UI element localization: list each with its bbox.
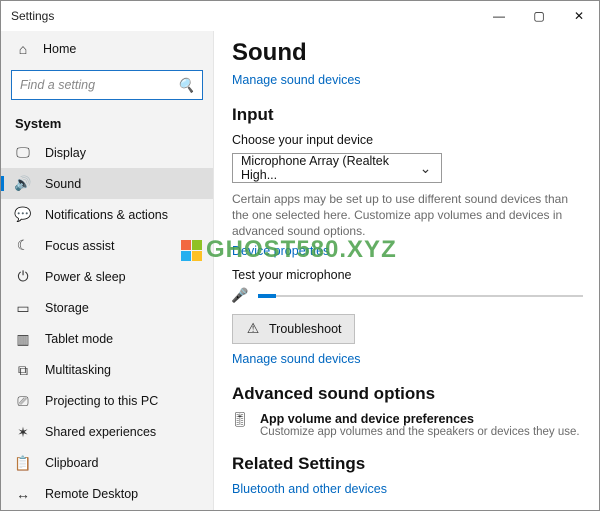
settings-window: Settings — ▢ ✕ ⌂ Home Find a setting 🔍 S… (0, 0, 600, 511)
sidebar-home[interactable]: ⌂ Home (1, 33, 213, 64)
titlebar: Settings — ▢ ✕ (1, 1, 599, 31)
related-header: Related Settings (232, 454, 583, 474)
page-title: Sound (232, 39, 583, 67)
test-mic-label: Test your microphone (232, 268, 583, 282)
storage-icon: ▭ (15, 300, 31, 316)
sidebar-item-power-sleep[interactable]: ⏻ Power & sleep (1, 261, 213, 292)
content-area: Sound Manage sound devices Input Choose … (214, 31, 599, 510)
multitasking-icon: ⧉ (15, 362, 31, 378)
device-properties-link[interactable]: Device properties (232, 244, 329, 258)
sidebar-item-label: Notifications & actions (45, 208, 168, 222)
home-icon: ⌂ (15, 41, 31, 57)
shared-icon: ✶ (15, 424, 31, 440)
sidebar-item-storage[interactable]: ▭ Storage (1, 292, 213, 323)
sidebar-item-label: Remote Desktop (45, 487, 138, 501)
troubleshoot-label: Troubleshoot (269, 322, 342, 336)
choose-input-label: Choose your input device (232, 133, 583, 147)
remote-desktop-icon: ↔ (15, 486, 31, 502)
maximize-button[interactable]: ▢ (519, 1, 559, 31)
sidebar-section-header: System (1, 110, 213, 137)
search-wrap: Find a setting 🔍 (1, 64, 213, 110)
sidebar-item-focus-assist[interactable]: ☾ Focus assist (1, 230, 213, 261)
sidebar-item-label: Display (45, 146, 86, 160)
sidebar-item-display[interactable]: 🖵 Display (1, 137, 213, 168)
search-icon: 🔍 (178, 77, 194, 93)
window-body: ⌂ Home Find a setting 🔍 System 🖵 Display… (1, 31, 599, 510)
sidebar-item-label: Shared experiences (45, 425, 156, 439)
window-title: Settings (11, 9, 54, 23)
sidebar-item-remote-desktop[interactable]: ↔ Remote Desktop (1, 479, 213, 510)
sidebar-item-label: Clipboard (45, 456, 99, 470)
mic-test-row: 🎤 (232, 288, 583, 304)
manage-sound-devices-link-top[interactable]: Manage sound devices (232, 73, 361, 87)
sidebar-item-label: Power & sleep (45, 270, 126, 284)
warning-icon: ⚠ (245, 321, 261, 337)
sidebar-item-sound[interactable]: 🔊 Sound (1, 168, 213, 199)
clipboard-icon: 📋 (15, 455, 31, 471)
input-device-select[interactable]: Microphone Array (Realtek High... ⌄ (232, 153, 442, 183)
adv-item-sub: Customize app volumes and the speakers o… (260, 426, 580, 438)
microphone-icon: 🎤 (232, 288, 248, 304)
sidebar-item-projecting[interactable]: ⎚ Projecting to this PC (1, 386, 213, 417)
sidebar-item-shared-experiences[interactable]: ✶ Shared experiences (1, 417, 213, 448)
tablet-icon: ▥ (15, 331, 31, 347)
sidebar: ⌂ Home Find a setting 🔍 System 🖵 Display… (1, 31, 214, 510)
minimize-button[interactable]: — (479, 1, 519, 31)
sidebar-item-label: Storage (45, 301, 89, 315)
mic-level-meter (258, 295, 583, 297)
manage-sound-devices-link-bottom[interactable]: Manage sound devices (232, 352, 361, 366)
sliders-icon: 🎚 (232, 412, 248, 428)
input-note: Certain apps may be set up to use differ… (232, 191, 583, 240)
chevron-down-icon: ⌄ (418, 160, 433, 176)
focus-assist-icon: ☾ (15, 238, 31, 254)
sidebar-item-label: Projecting to this PC (45, 394, 158, 408)
sidebar-item-label: Tablet mode (45, 332, 113, 346)
bluetooth-link[interactable]: Bluetooth and other devices (232, 482, 387, 496)
app-volume-preferences[interactable]: 🎚 App volume and device preferences Cust… (232, 412, 583, 438)
search-input[interactable]: Find a setting 🔍 (11, 70, 203, 100)
search-placeholder: Find a setting (20, 78, 95, 92)
advanced-header: Advanced sound options (232, 384, 583, 404)
input-device-value: Microphone Array (Realtek High... (241, 154, 418, 182)
sidebar-home-label: Home (43, 42, 76, 56)
sidebar-item-multitasking[interactable]: ⧉ Multitasking (1, 355, 213, 386)
window-controls: — ▢ ✕ (479, 1, 599, 31)
troubleshoot-button[interactable]: ⚠ Troubleshoot (232, 314, 355, 344)
close-button[interactable]: ✕ (559, 1, 599, 31)
sidebar-item-clipboard[interactable]: 📋 Clipboard (1, 448, 213, 479)
display-icon: 🖵 (15, 145, 31, 161)
input-header: Input (232, 105, 583, 125)
sidebar-item-label: Sound (45, 177, 81, 191)
power-icon: ⏻ (15, 269, 31, 285)
sidebar-item-label: Focus assist (45, 239, 114, 253)
adv-item-title: App volume and device preferences (260, 412, 580, 426)
sidebar-item-label: Multitasking (45, 363, 111, 377)
sidebar-item-tablet-mode[interactable]: ▥ Tablet mode (1, 324, 213, 355)
sound-icon: 🔊 (15, 176, 31, 192)
projecting-icon: ⎚ (15, 393, 31, 409)
notifications-icon: 💬 (15, 207, 31, 223)
sidebar-item-notifications[interactable]: 💬 Notifications & actions (1, 199, 213, 230)
